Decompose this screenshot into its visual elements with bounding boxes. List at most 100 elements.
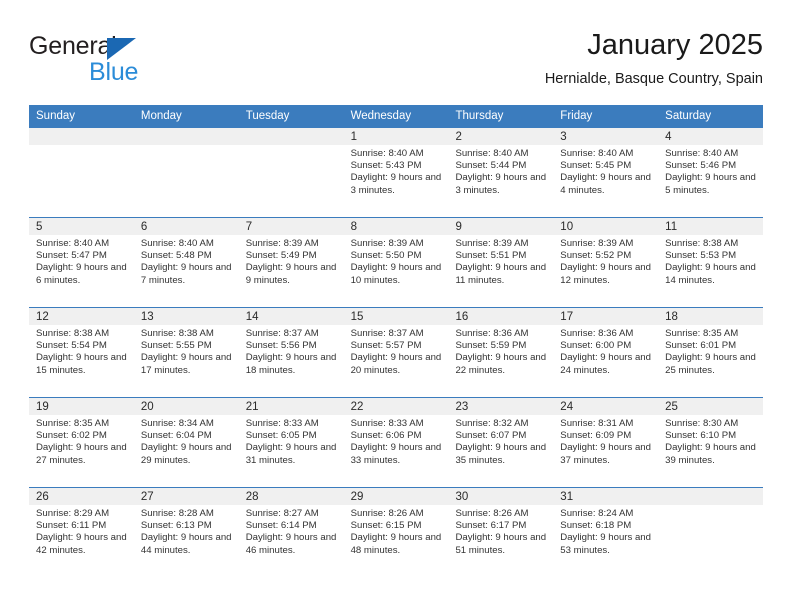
calendar-day-cell[interactable]: 10 Sunrise: 8:39 AM Sunset: 5:52 PM Dayligh… [553, 218, 659, 307]
calendar-day-cell[interactable]: 1 Sunrise: 8:40 AM Sunset: 5:43 PM Daylight… [343, 128, 449, 217]
calendar-day-cell[interactable]: 12 Sunrise: 8:38 AM Sunset: 5:54 PM Dayligh… [29, 308, 134, 397]
calendar-day-cell[interactable]: 24 Sunrise: 8:31 AM Sunset: 6:09 PM Dayligh… [553, 398, 659, 487]
daylight-text: Daylight: 9 hours and 11 minutes. [455, 262, 547, 286]
daylight-text: Daylight: 9 hours and 44 minutes. [140, 532, 232, 556]
day-number: 4 [658, 128, 764, 145]
day-details: Sunrise: 8:39 AM Sunset: 5:49 PM Daylight:… [239, 235, 344, 287]
sunrise-text: Sunrise: 8:34 AM [140, 418, 214, 429]
sunset-text: Sunset: 5:55 PM [140, 340, 212, 352]
sunset-text: Sunset: 5:52 PM [560, 250, 632, 262]
calendar-day-cell[interactable]: 15 Sunrise: 8:37 AM Sunset: 5:57 PM Dayligh… [343, 308, 449, 397]
sunset-text: Sunset: 5:59 PM [455, 340, 527, 352]
calendar-day-cell-empty [29, 128, 134, 217]
day-details: Sunrise: 8:33 AM Sunset: 6:05 PM Daylight:… [239, 415, 344, 467]
daylight-text: Daylight: 9 hours and 53 minutes. [560, 532, 651, 556]
calendar-day-cell[interactable]: 17 Sunrise: 8:36 AM Sunset: 6:00 PM Dayligh… [553, 308, 659, 397]
sunset-text: Sunset: 6:07 PM [455, 430, 527, 442]
sunset-text: Sunset: 5:56 PM [245, 340, 317, 352]
daylight-text: Daylight: 9 hours and 7 minutes. [140, 262, 232, 286]
day-details: Sunrise: 8:37 AM Sunset: 5:56 PM Daylight:… [239, 325, 344, 377]
daylight-text: Daylight: 9 hours and 33 minutes. [350, 442, 442, 466]
sunset-text: Sunset: 6:04 PM [140, 430, 212, 442]
daylight-text: Daylight: 9 hours and 31 minutes. [245, 442, 337, 466]
daylight-text: Daylight: 9 hours and 18 minutes. [245, 352, 337, 376]
day-details: Sunrise: 8:36 AM Sunset: 5:59 PM Daylight:… [448, 325, 553, 377]
day-number: 17 [553, 308, 659, 325]
calendar-day-cell[interactable]: 26 Sunrise: 8:29 AM Sunset: 6:11 PM Dayligh… [29, 488, 134, 577]
day-number [133, 128, 239, 145]
calendar-week-row: 19 Sunrise: 8:35 AM Sunset: 6:02 PM Dayligh… [29, 397, 764, 487]
sunrise-text: Sunrise: 8:40 AM [455, 148, 529, 159]
calendar-week-row: 5 Sunrise: 8:40 AM Sunset: 5:47 PM Daylight… [29, 217, 764, 307]
day-number: 20 [133, 398, 239, 415]
calendar-day-cell[interactable]: 22 Sunrise: 8:33 AM Sunset: 6:06 PM Dayligh… [343, 398, 449, 487]
calendar-day-cell[interactable]: 4 Sunrise: 8:40 AM Sunset: 5:46 PM Daylight… [658, 128, 764, 217]
calendar-day-cell[interactable]: 13 Sunrise: 8:38 AM Sunset: 5:55 PM Dayligh… [133, 308, 239, 397]
sunset-text: Sunset: 5:47 PM [36, 250, 107, 262]
day-details: Sunrise: 8:40 AM Sunset: 5:43 PM Daylight:… [344, 145, 449, 197]
sunset-text: Sunset: 5:48 PM [140, 250, 212, 262]
calendar-day-cell[interactable]: 25 Sunrise: 8:30 AM Sunset: 6:10 PM Dayligh… [658, 398, 764, 487]
daylight-text: Daylight: 9 hours and 24 minutes. [560, 352, 651, 376]
day-number: 29 [343, 488, 449, 505]
day-number: 15 [343, 308, 449, 325]
daylight-text: Daylight: 9 hours and 46 minutes. [245, 532, 337, 556]
calendar-day-cell[interactable]: 6 Sunrise: 8:40 AM Sunset: 5:48 PM Daylight… [133, 218, 239, 307]
day-number: 12 [29, 308, 134, 325]
weekday-header-wednesday: Wednesday [350, 110, 412, 122]
calendar-week-row: 26 Sunrise: 8:29 AM Sunset: 6:11 PM Dayligh… [29, 487, 764, 577]
sunrise-text: Sunrise: 8:37 AM [350, 328, 424, 339]
sunrise-text: Sunrise: 8:35 AM [36, 418, 110, 429]
sunset-text: Sunset: 6:06 PM [350, 430, 422, 442]
calendar-day-cell[interactable]: 16 Sunrise: 8:36 AM Sunset: 5:59 PM Dayligh… [448, 308, 554, 397]
day-details: Sunrise: 8:39 AM Sunset: 5:51 PM Daylight:… [448, 235, 553, 287]
daylight-text: Daylight: 9 hours and 12 minutes. [560, 262, 651, 286]
calendar-day-cell[interactable]: 21 Sunrise: 8:33 AM Sunset: 6:05 PM Dayligh… [238, 398, 344, 487]
day-number: 18 [658, 308, 764, 325]
day-details: Sunrise: 8:39 AM Sunset: 5:50 PM Daylight:… [344, 235, 449, 287]
day-number: 8 [343, 218, 449, 235]
day-number: 27 [133, 488, 239, 505]
calendar-day-cell[interactable]: 2 Sunrise: 8:40 AM Sunset: 5:44 PM Daylight… [448, 128, 554, 217]
general-blue-logo[interactable]: General Blue [29, 32, 219, 90]
daylight-text: Daylight: 9 hours and 42 minutes. [36, 532, 127, 556]
calendar-day-cell[interactable]: 9 Sunrise: 8:39 AM Sunset: 5:51 PM Daylight… [448, 218, 554, 307]
sunrise-text: Sunrise: 8:32 AM [455, 418, 529, 429]
calendar-day-cell[interactable]: 3 Sunrise: 8:40 AM Sunset: 5:45 PM Daylight… [553, 128, 659, 217]
sunset-text: Sunset: 6:13 PM [140, 520, 212, 532]
calendar-day-cell[interactable]: 30 Sunrise: 8:26 AM Sunset: 6:17 PM Dayligh… [448, 488, 554, 577]
calendar-day-cell[interactable]: 27 Sunrise: 8:28 AM Sunset: 6:13 PM Dayligh… [133, 488, 239, 577]
daylight-text: Daylight: 9 hours and 4 minutes. [560, 172, 651, 196]
calendar-day-cell[interactable]: 20 Sunrise: 8:34 AM Sunset: 6:04 PM Dayligh… [133, 398, 239, 487]
sunrise-text: Sunrise: 8:26 AM [350, 508, 424, 519]
calendar-day-cell[interactable]: 28 Sunrise: 8:27 AM Sunset: 6:14 PM Dayligh… [238, 488, 344, 577]
calendar-grid: Sunday Monday Tuesday Wednesday Thursday Frid… [29, 105, 764, 577]
calendar-day-cell[interactable]: 8 Sunrise: 8:39 AM Sunset: 5:50 PM Daylight… [343, 218, 449, 307]
day-details: Sunrise: 8:36 AM Sunset: 6:00 PM Daylight:… [553, 325, 658, 377]
calendar-day-cell[interactable]: 7 Sunrise: 8:39 AM Sunset: 5:49 PM Daylight… [238, 218, 344, 307]
calendar-day-cell-empty [658, 488, 764, 577]
day-number: 24 [553, 398, 659, 415]
sunset-text: Sunset: 5:54 PM [36, 340, 107, 352]
sunrise-text: Sunrise: 8:40 AM [560, 148, 634, 159]
calendar-day-cell[interactable]: 18 Sunrise: 8:35 AM Sunset: 6:01 PM Dayligh… [658, 308, 764, 397]
day-number: 30 [448, 488, 554, 505]
sunrise-text: Sunrise: 8:39 AM [350, 238, 424, 249]
sunrise-text: Sunrise: 8:39 AM [245, 238, 319, 249]
daylight-text: Daylight: 9 hours and 20 minutes. [350, 352, 442, 376]
calendar-day-cell[interactable]: 31 Sunrise: 8:24 AM Sunset: 6:18 PM Dayligh… [553, 488, 659, 577]
calendar-day-cell[interactable]: 11 Sunrise: 8:38 AM Sunset: 5:53 PM Dayligh… [658, 218, 764, 307]
day-number: 23 [448, 398, 554, 415]
calendar-day-cell[interactable]: 5 Sunrise: 8:40 AM Sunset: 5:47 PM Daylight… [29, 218, 134, 307]
daylight-text: Daylight: 9 hours and 35 minutes. [455, 442, 547, 466]
daylight-text: Daylight: 9 hours and 9 minutes. [245, 262, 337, 286]
calendar-day-cell[interactable]: 29 Sunrise: 8:26 AM Sunset: 6:15 PM Dayligh… [343, 488, 449, 577]
day-number: 6 [133, 218, 239, 235]
day-number: 21 [238, 398, 344, 415]
sunrise-text: Sunrise: 8:29 AM [36, 508, 110, 519]
calendar-day-cell[interactable]: 14 Sunrise: 8:37 AM Sunset: 5:56 PM Dayligh… [238, 308, 344, 397]
calendar-day-cell[interactable]: 23 Sunrise: 8:32 AM Sunset: 6:07 PM Dayligh… [448, 398, 554, 487]
day-number: 31 [553, 488, 659, 505]
sunset-text: Sunset: 6:15 PM [350, 520, 422, 532]
calendar-day-cell[interactable]: 19 Sunrise: 8:35 AM Sunset: 6:02 PM Dayligh… [29, 398, 134, 487]
